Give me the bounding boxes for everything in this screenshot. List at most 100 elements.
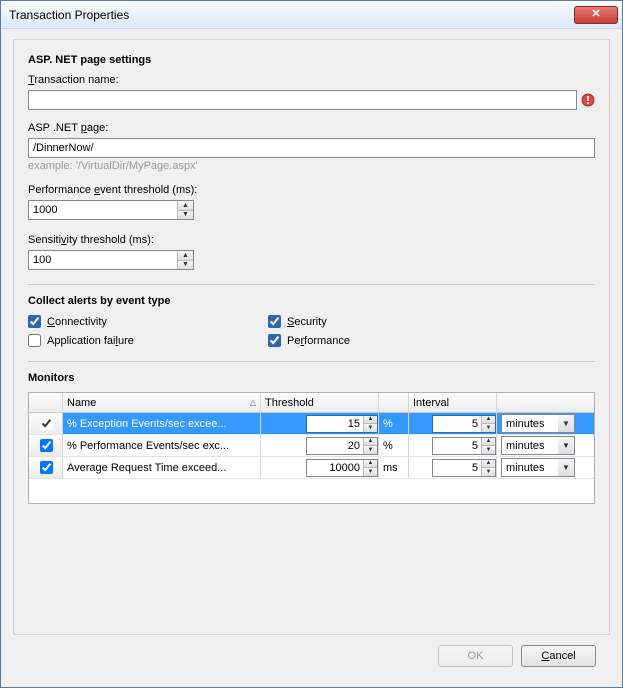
spin-up-icon[interactable]: ▲: [482, 460, 495, 469]
interval-spinner[interactable]: 5▲▼: [432, 437, 496, 455]
threshold-value[interactable]: 10000: [307, 460, 363, 476]
row-threshold-cell: 10000▲▼: [261, 457, 379, 478]
spin-up-icon[interactable]: ▲: [364, 416, 377, 425]
threshold-value[interactable]: 15: [307, 416, 363, 432]
spin-down-icon[interactable]: ▼: [364, 424, 377, 432]
row-threshold-cell: 15▲▼: [261, 413, 379, 434]
interval-value[interactable]: 5: [433, 460, 481, 476]
close-button[interactable]: ✕: [574, 6, 618, 24]
section-heading-page-settings: ASP. NET page settings: [28, 54, 595, 66]
spin-down-icon[interactable]: ▼: [364, 446, 377, 454]
title-bar: Transaction Properties ✕: [1, 1, 622, 29]
transaction-name-row: [28, 90, 595, 110]
table-row[interactable]: % Exception Events/sec excee...15▲▼%5▲▼m…: [29, 413, 594, 435]
interval-spinner[interactable]: 5▲▼: [432, 415, 496, 433]
chevron-down-icon[interactable]: ▼: [558, 437, 574, 454]
spin-up-icon[interactable]: ▲: [482, 438, 495, 447]
row-interval-unit-cell: minutes▼: [497, 435, 585, 456]
threshold-spinner[interactable]: 15▲▼: [306, 415, 378, 433]
threshold-spinner[interactable]: 20▲▼: [306, 437, 378, 455]
perf-threshold-spin-buttons[interactable]: ▲▼: [177, 201, 193, 219]
grid-header-unit[interactable]: [379, 393, 409, 412]
spin-up-icon[interactable]: ▲: [364, 438, 377, 447]
performance-checkbox-label[interactable]: Performance: [268, 334, 508, 347]
transaction-name-input[interactable]: [28, 90, 577, 110]
grid-header-check[interactable]: [29, 393, 63, 412]
sens-threshold-spin-buttons[interactable]: ▲▼: [177, 251, 193, 269]
row-checkbox[interactable]: [40, 417, 53, 430]
table-row[interactable]: Average Request Time exceed...10000▲▼ms5…: [29, 457, 594, 479]
interval-unit-dropdown[interactable]: minutes▼: [501, 436, 575, 455]
cancel-button[interactable]: Cancel: [521, 645, 596, 667]
spin-up-icon[interactable]: ▲: [482, 416, 495, 425]
threshold-value[interactable]: 20: [307, 438, 363, 454]
row-interval-cell: 5▲▼: [409, 457, 497, 478]
connectivity-checkbox-label[interactable]: Connectivity: [28, 315, 268, 328]
spin-up-icon[interactable]: ▲: [178, 201, 193, 211]
dialog-footer: OK Cancel: [13, 635, 610, 677]
separator: [28, 361, 595, 362]
row-checkbox[interactable]: [40, 461, 53, 474]
grid-header-name[interactable]: Name△: [63, 393, 261, 412]
row-checkbox[interactable]: [40, 439, 53, 452]
interval-unit-dropdown[interactable]: minutes▼: [501, 414, 575, 433]
spin-up-icon[interactable]: ▲: [178, 251, 193, 261]
interval-spin-buttons[interactable]: ▲▼: [481, 438, 495, 454]
app-failure-checkbox-label[interactable]: Application failure: [28, 334, 268, 347]
row-unit-cell: ms: [379, 457, 409, 478]
threshold-spinner[interactable]: 10000▲▼: [306, 459, 378, 477]
interval-spin-buttons[interactable]: ▲▼: [481, 416, 495, 432]
interval-unit-label: minutes: [502, 440, 558, 452]
interval-value[interactable]: 5: [433, 416, 481, 432]
connectivity-checkbox[interactable]: [28, 315, 41, 328]
perf-threshold-input[interactable]: [29, 201, 177, 219]
spin-down-icon[interactable]: ▼: [364, 468, 377, 476]
interval-value[interactable]: 5: [433, 438, 481, 454]
asp-page-label: ASP .NET page:: [28, 122, 595, 134]
sens-threshold-spinner[interactable]: ▲▼: [28, 250, 194, 270]
app-failure-checkbox[interactable]: [28, 334, 41, 347]
chevron-down-icon[interactable]: ▼: [558, 459, 574, 476]
row-threshold-cell: 20▲▼: [261, 435, 379, 456]
spin-down-icon[interactable]: ▼: [482, 446, 495, 454]
grid-header-threshold[interactable]: Threshold: [261, 393, 379, 412]
interval-spinner[interactable]: 5▲▼: [432, 459, 496, 477]
grid-header-interval-unit[interactable]: [497, 393, 585, 412]
security-checkbox-label[interactable]: Security: [268, 315, 508, 328]
sens-threshold-label: Sensitivity threshold (ms):: [28, 234, 595, 246]
spin-up-icon[interactable]: ▲: [364, 460, 377, 469]
close-icon: ✕: [591, 9, 600, 20]
spin-down-icon[interactable]: ▼: [178, 211, 193, 220]
threshold-spin-buttons[interactable]: ▲▼: [363, 416, 377, 432]
alert-row-2: Application failure Performance: [28, 334, 595, 347]
ok-button[interactable]: OK: [438, 645, 513, 667]
perf-threshold-label: Performance event threshold (ms):: [28, 184, 595, 196]
sort-asc-icon: △: [250, 398, 256, 407]
separator: [28, 284, 595, 285]
grid-header: Name△ Threshold Interval: [29, 393, 594, 413]
row-unit-cell: %: [379, 435, 409, 456]
perf-threshold-spinner[interactable]: ▲▼: [28, 200, 194, 220]
monitors-grid: Name△ Threshold Interval % Exception Eve…: [28, 392, 595, 504]
interval-unit-dropdown[interactable]: minutes▼: [501, 458, 575, 477]
transaction-name-label: Transaction name:: [28, 74, 595, 86]
chevron-down-icon[interactable]: ▼: [558, 415, 574, 432]
threshold-spin-buttons[interactable]: ▲▼: [363, 460, 377, 476]
asp-page-hint: example: '/VirtualDir/MyPage.aspx': [28, 160, 595, 172]
table-row[interactable]: % Performance Events/sec exc...20▲▼%5▲▼m…: [29, 435, 594, 457]
sens-threshold-input[interactable]: [29, 251, 177, 269]
threshold-spin-buttons[interactable]: ▲▼: [363, 438, 377, 454]
row-interval-cell: 5▲▼: [409, 413, 497, 434]
grid-header-interval[interactable]: Interval: [409, 393, 497, 412]
row-unit-cell: %: [379, 413, 409, 434]
spin-down-icon[interactable]: ▼: [482, 468, 495, 476]
row-interval-cell: 5▲▼: [409, 435, 497, 456]
spin-down-icon[interactable]: ▼: [178, 261, 193, 270]
spin-down-icon[interactable]: ▼: [482, 424, 495, 432]
interval-spin-buttons[interactable]: ▲▼: [481, 460, 495, 476]
error-icon: [581, 93, 595, 107]
asp-page-input[interactable]: [28, 138, 595, 158]
interval-unit-label: minutes: [502, 462, 558, 474]
security-checkbox[interactable]: [268, 315, 281, 328]
performance-checkbox[interactable]: [268, 334, 281, 347]
